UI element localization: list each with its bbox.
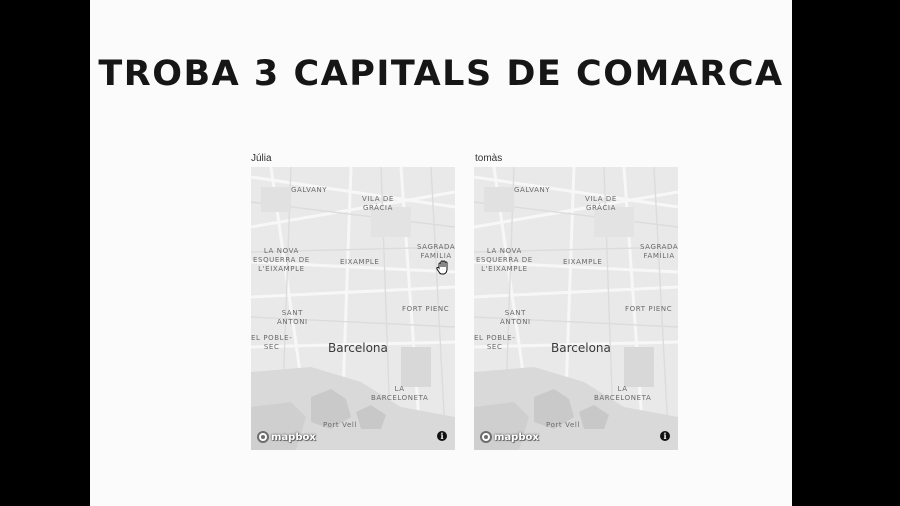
letterbox-left [0, 0, 90, 506]
label-la-barceloneta: LA BARCELONETA [371, 385, 429, 402]
mapbox-logo[interactable]: mapbox [480, 430, 539, 444]
map-julia[interactable]: GALVANY VILA DE GRÀCIA SAGRADA FAMÍLIA L… [251, 167, 455, 450]
label-sant-antoni: SANT ANTONI [277, 309, 308, 326]
label-el-poble-sec: EL POBLE- SEC [251, 334, 293, 351]
label-galvany: GALVANY [514, 186, 551, 194]
label-el-poble-sec: EL POBLE- SEC [474, 334, 516, 351]
mapbox-logo[interactable]: mapbox [257, 430, 316, 444]
label-fort-pienc: FORT PIENC [402, 305, 450, 313]
label-vila-de-gracia: VILA DE GRÀCIA [362, 195, 394, 212]
mapbox-logo-icon [480, 431, 492, 443]
info-icon[interactable]: i [437, 431, 447, 441]
label-la-nova-esquerra: LA NOVA ESQUERRA DE L'EIXAMPLE [253, 247, 310, 273]
map-tomas[interactable]: GALVANY VILA DE GRÀCIA SAGRADA FAMÍLIA L… [474, 167, 678, 450]
label-port-vell: Port Vell [323, 421, 357, 429]
mapbox-logo-icon [257, 431, 269, 443]
label-eixample: EIXAMPLE [563, 258, 603, 266]
grab-hand-icon [436, 260, 448, 275]
label-fort-pienc: FORT PIENC [625, 305, 673, 313]
page-title: TROBA 3 CAPITALS DE COMARCA [98, 54, 784, 94]
label-barcelona: Barcelona [328, 341, 388, 355]
label-la-barceloneta: LA BARCELONETA [594, 385, 652, 402]
info-icon[interactable]: i [660, 431, 670, 441]
label-barcelona: Barcelona [551, 341, 611, 355]
label-la-nova-esquerra: LA NOVA ESQUERRA DE L'EIXAMPLE [476, 247, 533, 273]
label-galvany: GALVANY [291, 186, 328, 194]
player-name-tomas: tomàs [475, 153, 503, 164]
label-vila-de-gracia: VILA DE GRÀCIA [585, 195, 617, 212]
game-page: TROBA 3 CAPITALS DE COMARCA Júlia GALVAN… [90, 0, 792, 506]
label-sagrada-familia: SAGRADA FAMÍLIA [640, 243, 678, 260]
letterbox-right [792, 0, 900, 506]
player-name-julia: Júlia [251, 153, 272, 164]
label-port-vell: Port Vell [546, 421, 580, 429]
label-eixample: EIXAMPLE [340, 258, 380, 266]
label-sant-antoni: SANT ANTONI [500, 309, 531, 326]
